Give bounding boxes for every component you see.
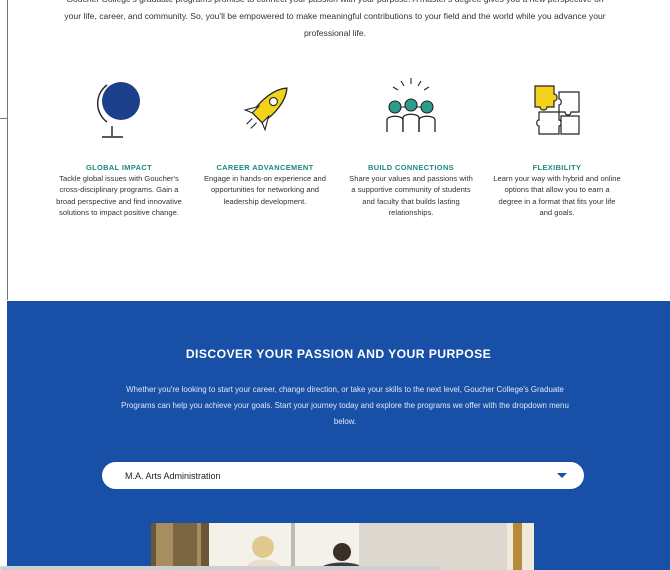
program-select-dropdown[interactable]: M.A. Arts Administration <box>102 462 584 489</box>
rocket-icon <box>192 74 338 152</box>
program-photo <box>151 523 534 570</box>
discover-section: DISCOVER YOUR PASSION AND YOUR PURPOSE W… <box>7 301 670 570</box>
left-border-tick <box>0 118 8 119</box>
globe-icon <box>46 74 192 152</box>
chevron-down-icon[interactable] <box>557 473 567 478</box>
program-select-value: M.A. Arts Administration <box>125 470 221 481</box>
feature-title: CAREER ADVANCEMENT <box>216 163 314 172</box>
feature-text: Engage in hands-on experience and opport… <box>203 174 326 206</box>
left-border-line <box>7 0 8 300</box>
discover-heading: DISCOVER YOUR PASSION AND YOUR PURPOSE <box>185 347 492 361</box>
people-network-icon <box>338 74 484 152</box>
feature-text: Tackle global issues with Goucher's cros… <box>56 174 182 218</box>
discover-description: Whether you're looking to start your car… <box>121 385 569 426</box>
horizontal-scrollbar[interactable] <box>0 566 440 570</box>
puzzle-icon <box>484 74 630 152</box>
feature-build-connections: BUILD CONNECTIONS Share your values and … <box>338 74 484 219</box>
feature-title: GLOBAL IMPACT <box>85 163 153 172</box>
feature-title: FLEXIBILITY <box>532 163 582 172</box>
feature-career-advancement: CAREER ADVANCEMENT Engage in hands-on ex… <box>192 74 338 219</box>
feature-flexibility: FLEXIBILITY Learn your way with hybrid a… <box>484 74 630 219</box>
intro-paragraph: Goucher College's graduate programs prom… <box>64 0 606 38</box>
feature-text: Share your values and passions with a su… <box>349 174 473 218</box>
feature-text: Learn your way with hybrid and online op… <box>493 174 621 218</box>
feature-global-impact: GLOBAL IMPACT Tackle global issues with … <box>46 74 192 219</box>
feature-title: BUILD CONNECTIONS <box>367 163 455 172</box>
features-row: GLOBAL IMPACT Tackle global issues with … <box>46 74 630 219</box>
